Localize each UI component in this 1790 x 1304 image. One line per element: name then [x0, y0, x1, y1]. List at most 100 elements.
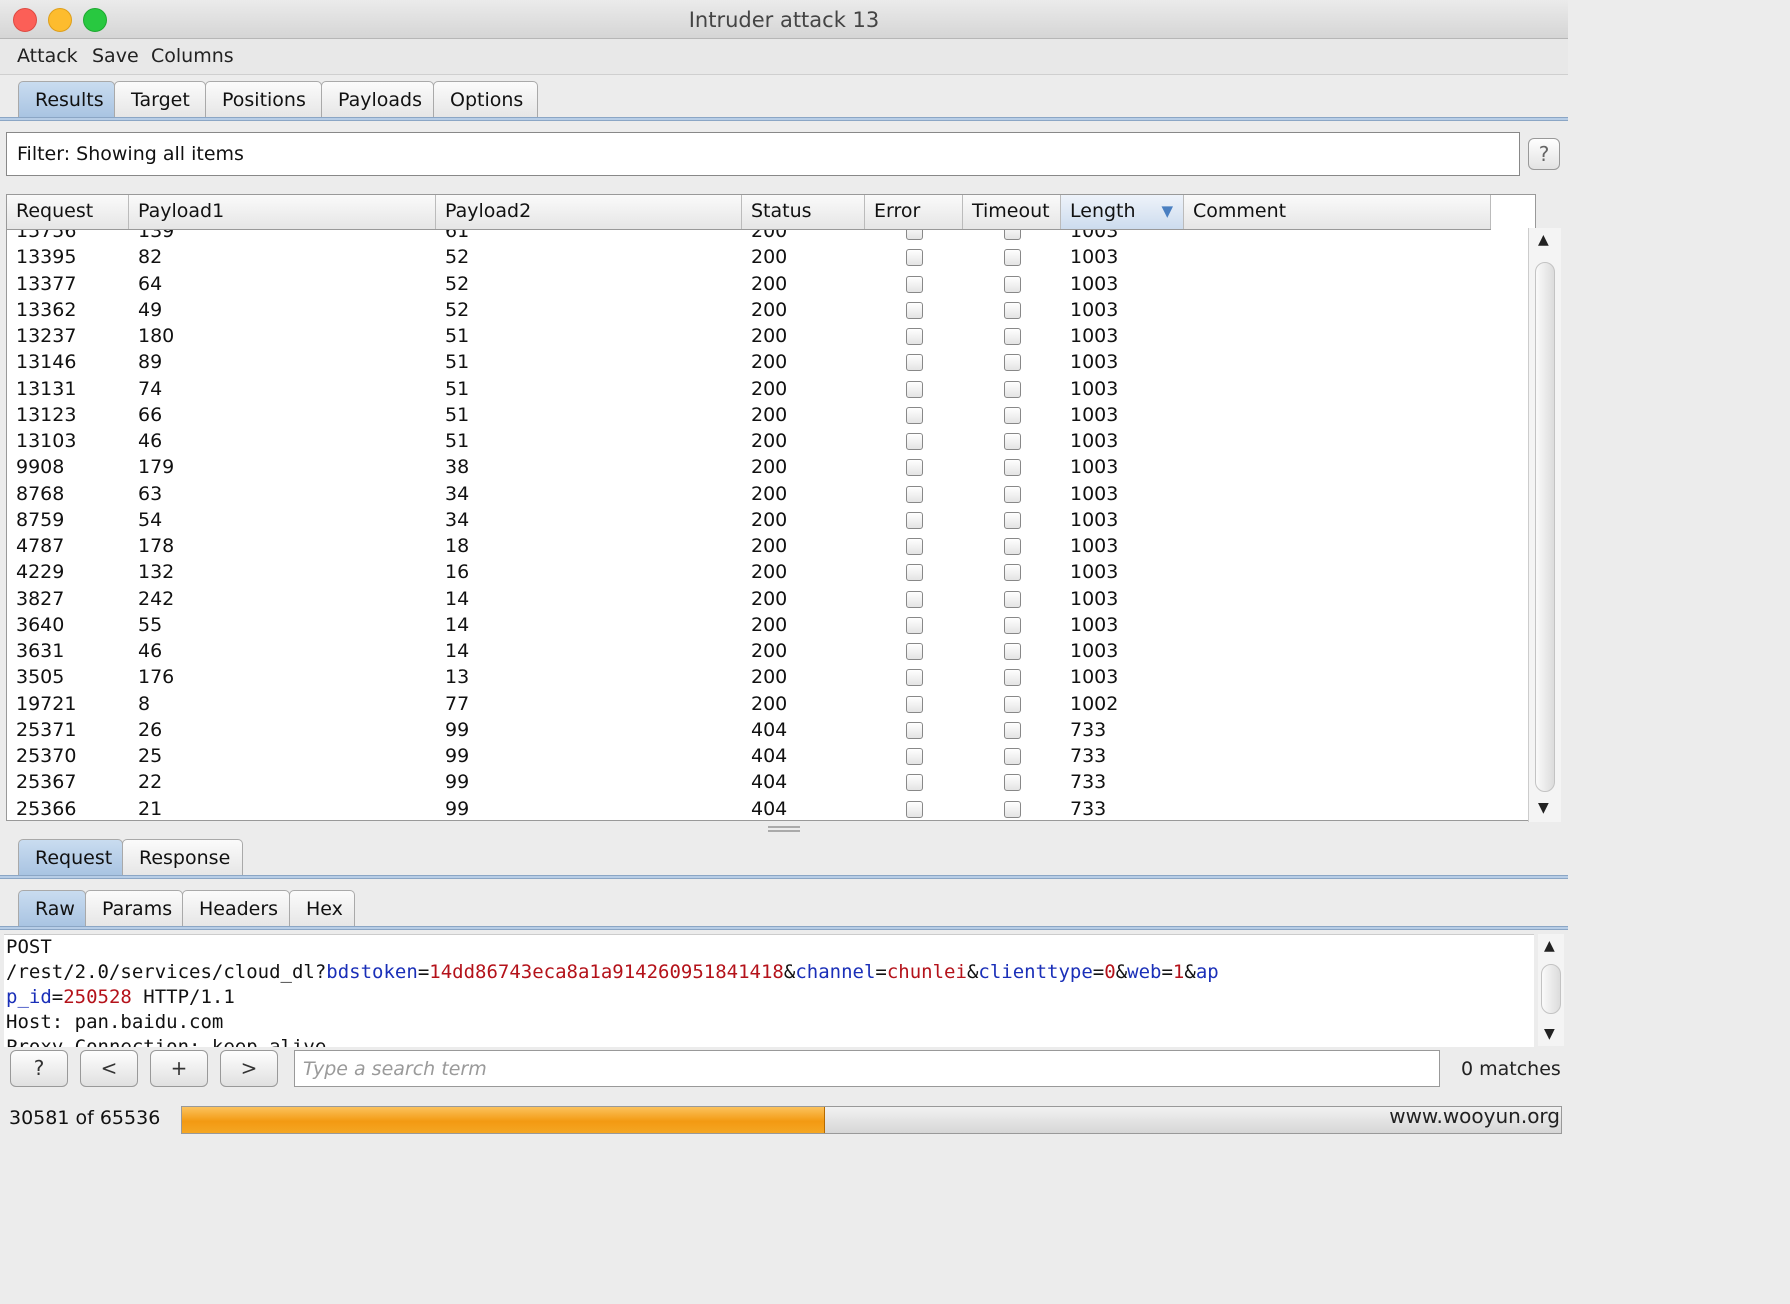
tab-request[interactable]: Request	[18, 839, 123, 875]
table-row[interactable]: 8768 63 34 200 1003	[7, 481, 1491, 507]
timeout-checkbox[interactable]	[1004, 774, 1021, 792]
error-checkbox[interactable]	[906, 538, 923, 555]
error-checkbox[interactable]	[906, 433, 923, 450]
error-checkbox[interactable]	[906, 721, 923, 739]
timeout-checkbox[interactable]	[1004, 354, 1021, 372]
timeout-checkbox[interactable]	[1004, 485, 1021, 503]
timeout-checkbox[interactable]	[1004, 590, 1021, 608]
table-row[interactable]: 15756 139 61 200 1003	[7, 230, 1491, 244]
scroll-down-arrow-icon[interactable]: ▼	[1538, 800, 1549, 816]
timeout-checkbox[interactable]	[1004, 643, 1021, 660]
tab-hex[interactable]: Hex	[289, 890, 355, 926]
table-row[interactable]: 13377 64 52 200 1003	[7, 271, 1491, 297]
search-input[interactable]	[294, 1050, 1440, 1087]
error-checkbox[interactable]	[906, 230, 923, 240]
table-row[interactable]: 3640 55 14 200 1003	[7, 612, 1491, 638]
timeout-checkbox[interactable]	[1004, 459, 1021, 477]
tab-payloads[interactable]: Payloads	[321, 81, 434, 117]
table-row[interactable]: 13395 82 52 200 1003	[7, 244, 1491, 270]
scroll-up-arrow-icon[interactable]: ▲	[1538, 232, 1549, 248]
table-row[interactable]: 25367 22 99 404 733	[7, 769, 1491, 795]
results-scrollbar[interactable]: ▲ ▼	[1528, 228, 1561, 822]
timeout-checkbox[interactable]	[1004, 406, 1021, 424]
tab-positions[interactable]: Positions	[205, 81, 322, 117]
error-checkbox[interactable]	[906, 354, 923, 372]
column-header-payload1[interactable]: Payload1	[129, 195, 436, 229]
error-checkbox[interactable]	[906, 616, 923, 634]
column-header-status[interactable]: Status	[742, 195, 865, 229]
table-row[interactable]: 25371 26 99 404 733	[7, 717, 1491, 743]
tab-params[interactable]: Params	[85, 890, 183, 926]
error-checkbox[interactable]	[906, 459, 923, 477]
search-help-button[interactable]: ?	[10, 1050, 68, 1087]
pane-splitter-handle[interactable]	[768, 826, 800, 832]
timeout-checkbox[interactable]	[1004, 380, 1021, 398]
table-row[interactable]: 25366 21 99 404 733	[7, 796, 1491, 821]
error-checkbox[interactable]	[906, 669, 923, 687]
error-checkbox[interactable]	[906, 748, 923, 765]
timeout-checkbox[interactable]	[1004, 301, 1021, 319]
menu-columns[interactable]: Columns	[151, 45, 234, 67]
table-row[interactable]: 3827 242 14 200 1003	[7, 586, 1491, 612]
table-row[interactable]: 4787 178 18 200 1003	[7, 533, 1491, 559]
timeout-checkbox[interactable]	[1004, 328, 1021, 345]
error-checkbox[interactable]	[906, 564, 923, 582]
request-scroll-down-arrow-icon[interactable]: ▼	[1544, 1026, 1555, 1042]
tab-target[interactable]: Target	[114, 81, 206, 117]
search-next-button[interactable]: >	[220, 1050, 278, 1087]
table-row[interactable]: 3631 46 14 200 1003	[7, 638, 1491, 664]
tab-options[interactable]: Options	[433, 81, 538, 117]
timeout-checkbox[interactable]	[1004, 616, 1021, 634]
column-header-request[interactable]: Request	[7, 195, 129, 229]
error-checkbox[interactable]	[906, 590, 923, 608]
raw-request-editor[interactable]: POST /rest/2.0/services/cloud_dl?bdstoke…	[4, 934, 1534, 1047]
table-row[interactable]: 13146 89 51 200 1003	[7, 349, 1491, 375]
error-checkbox[interactable]	[906, 301, 923, 319]
results-scroll-thumb[interactable]	[1535, 262, 1555, 792]
error-checkbox[interactable]	[906, 511, 923, 529]
search-previous-button[interactable]: <	[80, 1050, 138, 1087]
timeout-checkbox[interactable]	[1004, 564, 1021, 582]
menu-attack[interactable]: Attack	[17, 45, 78, 67]
tab-results[interactable]: Results	[18, 81, 115, 117]
error-checkbox[interactable]	[906, 774, 923, 792]
timeout-checkbox[interactable]	[1004, 275, 1021, 293]
error-checkbox[interactable]	[906, 406, 923, 424]
table-row[interactable]: 13103 46 51 200 1003	[7, 428, 1491, 454]
request-scroll-up-arrow-icon[interactable]: ▲	[1544, 938, 1555, 954]
error-checkbox[interactable]	[906, 328, 923, 345]
table-row[interactable]: 13237 180 51 200 1003	[7, 323, 1491, 349]
tab-raw[interactable]: Raw	[18, 890, 86, 926]
error-checkbox[interactable]	[906, 643, 923, 660]
timeout-checkbox[interactable]	[1004, 800, 1021, 818]
column-header-comment[interactable]: Comment	[1184, 195, 1491, 229]
error-checkbox[interactable]	[906, 485, 923, 503]
column-header-timeout[interactable]: Timeout	[963, 195, 1061, 229]
error-checkbox[interactable]	[906, 695, 923, 713]
table-row[interactable]: 13123 66 51 200 1003	[7, 402, 1491, 428]
timeout-checkbox[interactable]	[1004, 511, 1021, 529]
timeout-checkbox[interactable]	[1004, 538, 1021, 555]
filter-help-button[interactable]: ?	[1528, 138, 1560, 170]
request-scroll-thumb[interactable]	[1541, 964, 1561, 1014]
timeout-checkbox[interactable]	[1004, 721, 1021, 739]
table-row[interactable]: 3505 176 13 200 1003	[7, 664, 1491, 690]
table-row[interactable]: 13131 74 51 200 1003	[7, 376, 1491, 402]
tab-response[interactable]: Response	[122, 839, 243, 875]
column-header-error[interactable]: Error	[865, 195, 963, 229]
column-header-length[interactable]: Length ▼	[1061, 195, 1184, 229]
timeout-checkbox[interactable]	[1004, 669, 1021, 687]
menu-save[interactable]: Save	[92, 45, 139, 67]
timeout-checkbox[interactable]	[1004, 230, 1021, 240]
table-row[interactable]: 25370 25 99 404 733	[7, 743, 1491, 769]
table-row[interactable]: 8759 54 34 200 1003	[7, 507, 1491, 533]
column-header-payload2[interactable]: Payload2	[436, 195, 742, 229]
timeout-checkbox[interactable]	[1004, 249, 1021, 267]
request-scrollbar[interactable]: ▲ ▼	[1538, 934, 1564, 1046]
table-row[interactable]: 19721 8 77 200 1002	[7, 691, 1491, 717]
table-row[interactable]: 4229 132 16 200 1003	[7, 559, 1491, 585]
error-checkbox[interactable]	[906, 380, 923, 398]
table-row[interactable]: 13362 49 52 200 1003	[7, 297, 1491, 323]
results-filter-bar[interactable]: Filter: Showing all items	[6, 132, 1520, 176]
timeout-checkbox[interactable]	[1004, 748, 1021, 765]
